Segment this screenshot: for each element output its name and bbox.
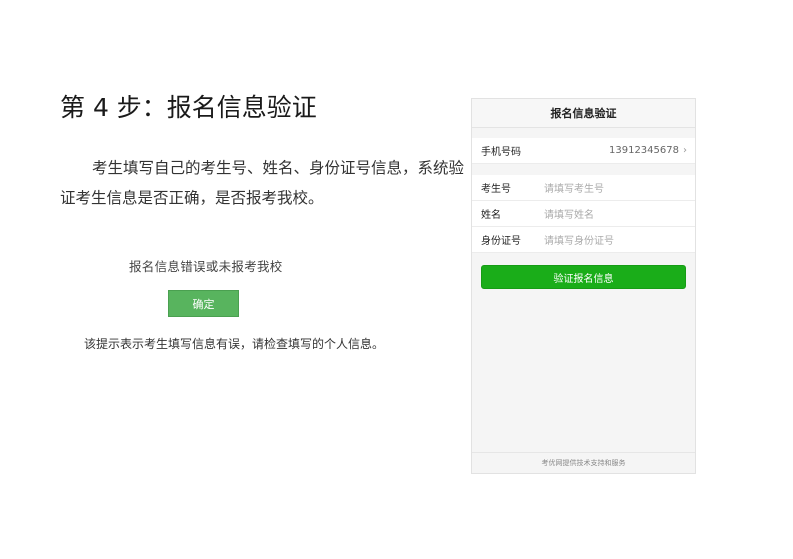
- step-title: 第 4 步：报名信息验证: [60, 93, 317, 122]
- mobile-value: 13912345678: [609, 145, 679, 156]
- phone-footer: 考优网提供技术支持和服务: [472, 452, 695, 473]
- chevron-right-icon: ›: [683, 145, 687, 156]
- field-row-candidate-number: 考生号 请填写考生号: [472, 175, 695, 201]
- phone-header-title: 报名信息验证: [472, 99, 695, 128]
- candidate-number-input[interactable]: 请填写考生号: [544, 180, 604, 195]
- step-description: 考生填写自己的考生号、姓名、身份证号信息，系统验证考生信息是否正确，是否报考我校…: [60, 153, 465, 213]
- step-description-text: 考生填写自己的考生号、姓名、身份证号信息，系统验证考生信息是否正确，是否报考我校…: [60, 159, 465, 207]
- field-label: 姓名: [481, 210, 501, 221]
- error-dialog-preview: 报名信息错误或未报考我校 确定: [92, 241, 365, 331]
- id-number-input[interactable]: 请填写身份证号: [544, 232, 614, 247]
- field-row-name: 姓名 请填写姓名: [472, 201, 695, 227]
- verify-button[interactable]: 验证报名信息: [481, 265, 686, 289]
- field-label: 考生号: [481, 184, 511, 195]
- dialog-message: 报名信息错误或未报考我校: [129, 259, 283, 274]
- field-row-id-number: 身份证号 请填写身份证号: [472, 227, 695, 253]
- phone-mockup: 报名信息验证 手机号码 13912345678 › 考生号 请填写考生号 姓名 …: [471, 98, 696, 474]
- mobile-row[interactable]: 手机号码 13912345678 ›: [472, 138, 695, 164]
- mobile-label: 手机号码: [481, 147, 521, 158]
- field-label: 身份证号: [481, 236, 521, 247]
- dialog-confirm-button[interactable]: 确定: [168, 290, 239, 317]
- hint-text: 该提示表示考生填写信息有误，请检查填写的个人信息。: [84, 337, 385, 351]
- name-input[interactable]: 请填写姓名: [544, 206, 594, 221]
